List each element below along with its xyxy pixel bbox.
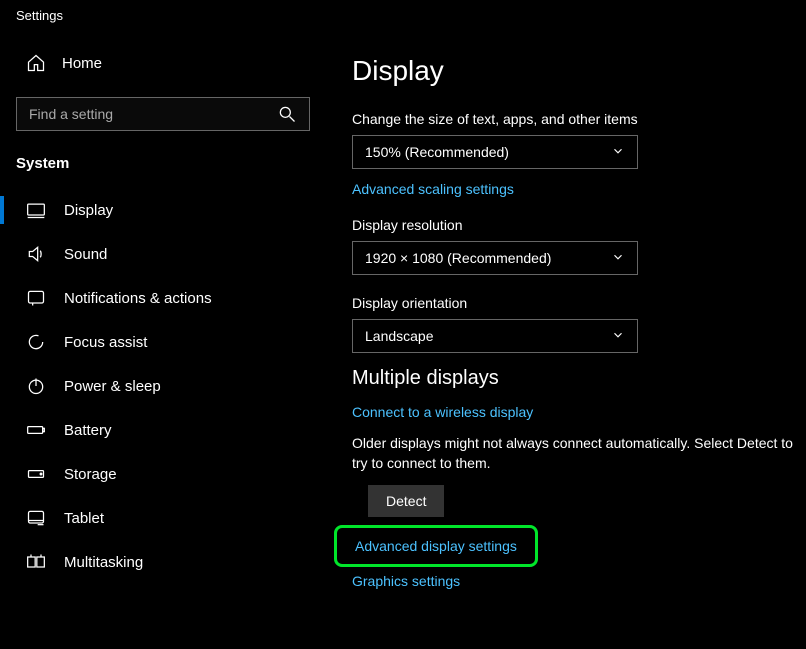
page-title: Display <box>352 55 794 87</box>
orientation-label: Display orientation <box>352 295 794 311</box>
advanced-scaling-link[interactable]: Advanced scaling settings <box>352 181 514 197</box>
tablet-icon <box>26 508 46 528</box>
multitasking-icon <box>26 552 46 572</box>
detect-button[interactable]: Detect <box>368 485 444 517</box>
sidebar-item-label: Focus assist <box>64 334 147 351</box>
orientation-value: Landscape <box>365 328 434 344</box>
resolution-dropdown[interactable]: 1920 × 1080 (Recommended) <box>352 241 638 275</box>
sidebar-item-label: Display <box>64 202 113 219</box>
home-icon <box>26 53 46 73</box>
sidebar-item-sound[interactable]: Sound <box>16 232 320 276</box>
scale-group: Change the size of text, apps, and other… <box>352 111 794 197</box>
search-icon <box>277 104 297 124</box>
resolution-group: Display resolution 1920 × 1080 (Recommen… <box>352 217 794 275</box>
sidebar-item-multitasking[interactable]: Multitasking <box>16 540 320 584</box>
sidebar-item-notifications[interactable]: Notifications & actions <box>16 276 320 320</box>
scale-label: Change the size of text, apps, and other… <box>352 111 794 127</box>
sidebar-item-label: Storage <box>64 466 117 483</box>
highlight-annotation: Advanced display settings <box>334 525 538 567</box>
sidebar-item-focus-assist[interactable]: Focus assist <box>16 320 320 364</box>
main-panel: Display Change the size of text, apps, a… <box>320 31 806 649</box>
sidebar-item-display[interactable]: Display <box>16 188 320 232</box>
sidebar-nav: Display Sound Notifications & actions Fo… <box>16 188 320 584</box>
scale-value: 150% (Recommended) <box>365 144 509 160</box>
orientation-dropdown[interactable]: Landscape <box>352 319 638 353</box>
search-placeholder: Find a setting <box>29 106 113 122</box>
sidebar-section-title: System <box>16 151 320 182</box>
sidebar-item-label: Battery <box>64 422 112 439</box>
resolution-label: Display resolution <box>352 217 794 233</box>
sidebar-item-tablet[interactable]: Tablet <box>16 496 320 540</box>
sidebar-item-label: Sound <box>64 246 107 263</box>
notifications-icon <box>26 288 46 308</box>
graphics-settings-link[interactable]: Graphics settings <box>352 573 460 589</box>
home-label: Home <box>62 55 102 72</box>
sidebar-item-label: Power & sleep <box>64 378 161 395</box>
advanced-display-settings-link[interactable]: Advanced display settings <box>355 538 517 554</box>
sidebar-item-storage[interactable]: Storage <box>16 452 320 496</box>
sidebar-item-label: Tablet <box>64 510 104 527</box>
sidebar-item-label: Multitasking <box>64 554 143 571</box>
sidebar-item-power-sleep[interactable]: Power & sleep <box>16 364 320 408</box>
focus-assist-icon <box>26 332 46 352</box>
chevron-down-icon <box>611 328 625 345</box>
resolution-value: 1920 × 1080 (Recommended) <box>365 250 551 266</box>
chevron-down-icon <box>611 250 625 267</box>
power-icon <box>26 376 46 396</box>
sound-icon <box>26 244 46 264</box>
orientation-group: Display orientation Landscape <box>352 295 794 353</box>
detect-help-text: Older displays might not always connect … <box>352 434 794 473</box>
battery-icon <box>26 420 46 440</box>
sidebar: Home Find a setting System Display Sound <box>0 31 320 649</box>
scale-dropdown[interactable]: 150% (Recommended) <box>352 135 638 169</box>
search-input[interactable]: Find a setting <box>16 97 310 131</box>
chevron-down-icon <box>611 144 625 161</box>
home-button[interactable]: Home <box>16 43 320 83</box>
multiple-displays-heading: Multiple displays <box>352 367 794 390</box>
display-icon <box>26 200 46 220</box>
sidebar-item-battery[interactable]: Battery <box>16 408 320 452</box>
window-title: Settings <box>0 0 806 31</box>
wireless-display-link[interactable]: Connect to a wireless display <box>352 404 533 420</box>
sidebar-item-label: Notifications & actions <box>64 290 212 307</box>
storage-icon <box>26 464 46 484</box>
